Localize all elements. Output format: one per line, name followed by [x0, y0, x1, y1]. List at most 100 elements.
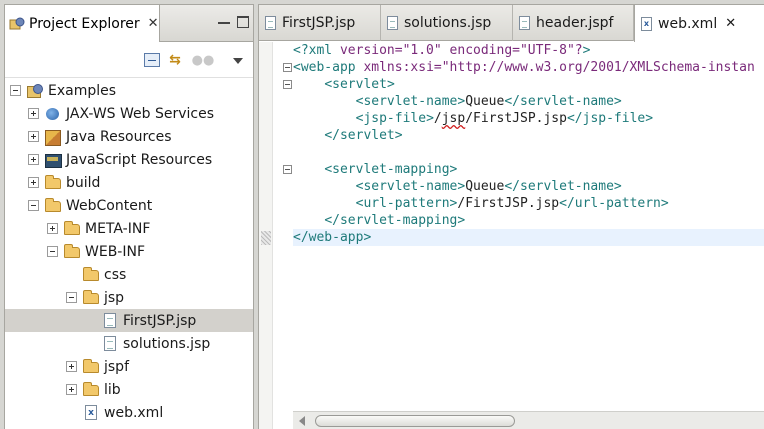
editor-tab-label: header.jspf — [536, 15, 614, 31]
collapse-all-icon[interactable] — [144, 53, 160, 67]
expand-icon[interactable] — [28, 131, 39, 142]
tree-item[interactable]: solutions.jsp — [5, 332, 253, 355]
project-icon — [27, 83, 43, 98]
tree-item[interactable]: lib — [5, 378, 253, 401]
horizontal-scrollbar[interactable] — [293, 411, 764, 429]
expand-icon[interactable] — [66, 361, 77, 372]
expand-icon[interactable] — [28, 154, 39, 165]
tree-item[interactable]: css — [5, 263, 253, 286]
folder-icon — [64, 221, 80, 235]
editor-tab[interactable]: x web.xml ✕ — [634, 5, 764, 42]
tree-item[interactable]: build — [5, 171, 253, 194]
tree-item-label: web.xml — [104, 404, 164, 421]
tree-item[interactable]: Examples — [5, 79, 253, 102]
expand-icon[interactable] — [28, 108, 39, 119]
code-line[interactable]: </servlet> — [293, 127, 764, 144]
tree-item[interactable]: WEB-INF — [5, 240, 253, 263]
collapse-icon[interactable] — [28, 200, 39, 211]
explorer-tabbar: Project Explorer ✕ — [5, 5, 253, 42]
expand-icon[interactable] — [28, 177, 39, 188]
code-line[interactable]: <servlet-name>Queue</servlet-name> — [293, 178, 764, 195]
editor-tab[interactable]: FirstJSP.jsp — [259, 5, 381, 41]
editor-tab-label: solutions.jsp — [404, 15, 492, 31]
editor-tab-label: FirstJSP.jsp — [282, 15, 356, 31]
scroll-left-icon[interactable] — [299, 416, 305, 426]
file-icon — [519, 16, 530, 30]
code-line[interactable]: <servlet-mapping> — [293, 161, 764, 178]
tree-item[interactable]: x web.xml — [5, 401, 253, 424]
tree-item[interactable]: Java Resources — [5, 125, 253, 148]
code-line[interactable]: <web-app xmlns:xsi="http://www.w3.org/20… — [293, 59, 764, 76]
folding-gutter — [259, 42, 293, 409]
code-line[interactable]: </web-app> — [293, 229, 764, 246]
java-resources-icon — [45, 129, 61, 146]
code-line[interactable]: <servlet-name>Queue</servlet-name> — [293, 93, 764, 110]
tree-item-label: lib — [104, 381, 121, 398]
file-icon — [104, 336, 116, 351]
fold-toggle-icon[interactable] — [283, 165, 292, 174]
tree-item[interactable]: WebContent — [5, 194, 253, 217]
tree-item-label: JAX-WS Web Services — [66, 105, 215, 122]
minimize-icon[interactable] — [218, 17, 230, 24]
project-explorer-title: Project Explorer — [29, 15, 140, 32]
collapse-icon[interactable] — [66, 292, 77, 303]
expand-icon[interactable] — [47, 223, 58, 234]
xml-file-icon: x — [85, 405, 97, 420]
file-icon — [387, 16, 398, 30]
filter-icon[interactable]: ●● — [192, 53, 215, 68]
editor-tab[interactable]: solutions.jsp — [381, 5, 513, 41]
tree-item-label: META-INF — [85, 220, 151, 237]
tree-item[interactable]: JAX-WS Web Services — [5, 102, 253, 125]
javascript-resources-icon — [45, 153, 62, 168]
code-line[interactable]: <?xml version="1.0" encoding="UTF-8"?> — [293, 42, 764, 59]
tree-item[interactable]: JavaScript Resources — [5, 148, 253, 171]
code-line[interactable] — [293, 144, 764, 161]
tree-item-label: Examples — [48, 82, 117, 99]
tree-item[interactable]: META-INF — [5, 217, 253, 240]
file-icon — [265, 16, 276, 30]
tree-item-label: css — [104, 266, 127, 283]
tree-item-label: JavaScript Resources — [66, 151, 213, 168]
fold-toggle-icon[interactable] — [283, 80, 292, 89]
project-explorer-tab[interactable]: Project Explorer ✕ — [5, 5, 160, 42]
folder-icon — [45, 175, 61, 189]
editor-area: FirstJSP.jsp solutions.jsp header.jspf x web… — [258, 4, 764, 429]
tree-item-label: build — [66, 174, 101, 191]
folder-icon — [83, 290, 99, 304]
view-menu-icon[interactable] — [233, 58, 243, 64]
code-line[interactable]: <url-pattern>/FirstJSP.jsp</url-pattern> — [293, 195, 764, 212]
folder-icon — [45, 198, 61, 212]
editor-tab[interactable]: header.jspf — [513, 5, 634, 41]
expand-icon[interactable] — [66, 384, 77, 395]
close-icon[interactable]: ✕ — [725, 16, 736, 31]
project-explorer-icon — [9, 17, 25, 31]
tree-item[interactable]: jsp — [5, 286, 253, 309]
code-line[interactable]: <jsp-file>/jsp/FirstJSP.jsp</jsp-file> — [293, 110, 764, 127]
fold-toggle-icon[interactable] — [283, 63, 292, 72]
scrollbar-thumb[interactable] — [315, 415, 515, 427]
collapse-icon[interactable] — [47, 246, 58, 257]
code-line[interactable]: <servlet> — [293, 76, 764, 93]
file-icon — [104, 313, 116, 328]
tree-item[interactable]: jspf — [5, 355, 253, 378]
collapse-icon[interactable] — [10, 85, 21, 96]
link-with-editor-icon[interactable]: ⇆ — [167, 52, 183, 68]
explorer-toolbar: ⇆ ●● — [5, 42, 253, 78]
maximize-icon[interactable] — [237, 16, 249, 28]
tree-item-label: WEB-INF — [85, 243, 145, 260]
tree-item[interactable]: FirstJSP.jsp — [5, 309, 253, 332]
folder-icon — [64, 244, 80, 258]
project-explorer-view: Project Explorer ✕ ⇆ ●● Examples JAX-WS W… — [4, 4, 254, 429]
code-line[interactable]: </servlet-mapping> — [293, 212, 764, 229]
tree-item-label: jspf — [104, 358, 129, 375]
close-icon[interactable]: ✕ — [148, 16, 159, 31]
tree-item-label: Java Resources — [66, 128, 172, 145]
jaxws-icon — [45, 107, 61, 121]
editor-tabbar: FirstJSP.jsp solutions.jsp header.jspf x web… — [259, 5, 764, 42]
eclipse-window: Project Explorer ✕ ⇆ ●● Examples JAX-WS W… — [0, 0, 764, 429]
xml-source-editor[interactable]: <?xml version="1.0" encoding="UTF-8"?> <w… — [293, 42, 764, 246]
tree-item-label: WebContent — [66, 197, 153, 214]
